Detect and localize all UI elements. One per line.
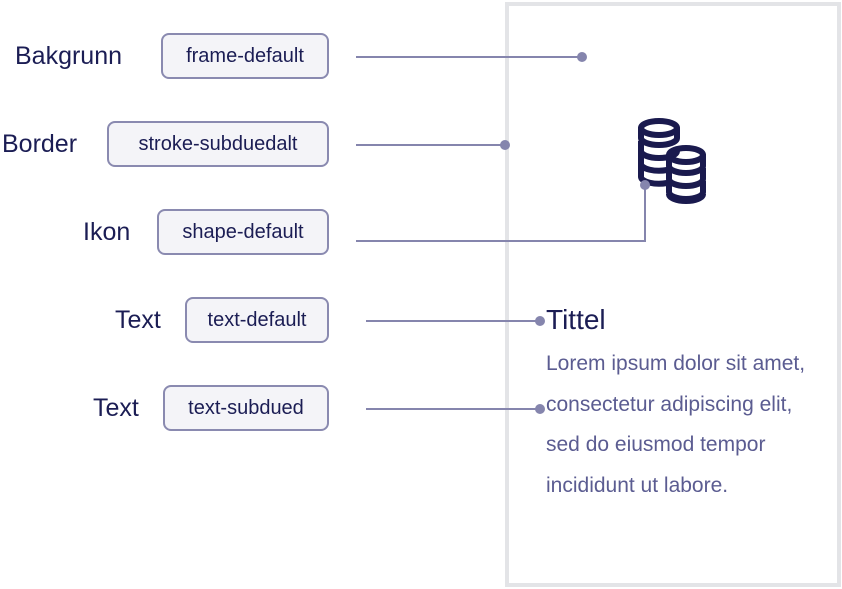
coins-icon	[638, 118, 706, 204]
connector-dot-icon	[640, 180, 650, 190]
connector-icon	[356, 185, 646, 242]
connector-dot-background	[577, 52, 587, 62]
diagram-overlay	[356, 52, 706, 414]
connector-dot-title-text	[535, 316, 545, 326]
connector-dot-body-text	[535, 404, 545, 414]
connector-dot-border	[500, 140, 510, 150]
